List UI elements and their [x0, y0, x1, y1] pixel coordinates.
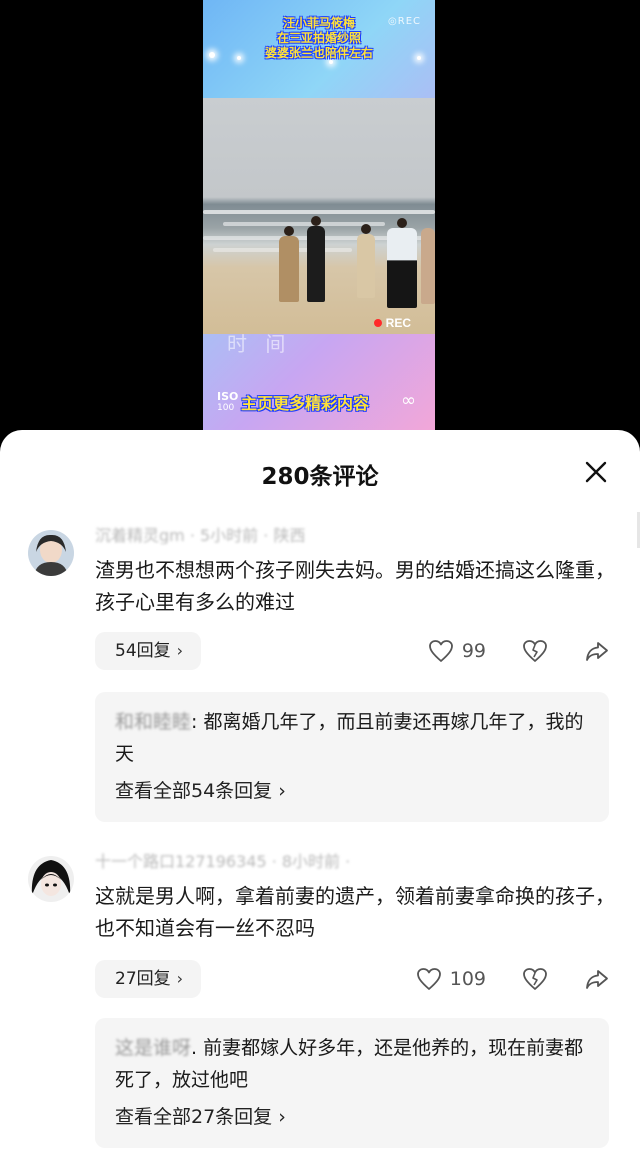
iso-label: ISO	[217, 390, 239, 403]
view-all-replies-link[interactable]: 查看全部27条回复 ›	[115, 1102, 589, 1132]
infinity-icon: ∞	[401, 390, 416, 411]
beach-scene-image: REC	[203, 98, 435, 334]
record-dot-icon	[373, 319, 382, 327]
close-icon[interactable]	[584, 460, 608, 484]
reply-count-button[interactable]: 54回复 ›	[95, 632, 202, 670]
chevron-right-icon: ›	[176, 969, 184, 988]
reply-count-label: 27回复	[115, 969, 171, 989]
rec-indicator-bottom: REC	[373, 316, 411, 330]
heart-icon	[416, 968, 441, 990]
rec-label: REC	[385, 316, 411, 330]
overlay-time-text: 时 间	[227, 332, 292, 356]
top-reply-box[interactable]: 这是谁呀. 前妻都嫁人好多年，还是他养的，现在前妻都死了，放过他吧 查看全部27…	[95, 1018, 609, 1148]
iso-value: 100	[217, 403, 235, 413]
person-head	[397, 218, 407, 228]
reply-count-button[interactable]: 27回复 ›	[95, 960, 202, 998]
video-player[interactable]: 汪小菲马筱梅 在三亚拍婚纱照 婆婆张兰也陪伴左右 ◎REC REC 时 间 IS…	[203, 0, 435, 432]
comment-username[interactable]: 沉着精灵gm · 5小时前 · 陕西	[95, 522, 355, 544]
reply-username[interactable]: 和和睦睦	[115, 711, 191, 733]
comment-actions: 109	[416, 960, 610, 998]
broken-heart-icon[interactable]	[522, 966, 548, 992]
person-figure	[307, 226, 325, 302]
share-icon[interactable]	[584, 638, 610, 664]
like-button[interactable]: 99	[428, 639, 486, 663]
like-count: 109	[449, 968, 486, 990]
user-avatar-image	[28, 856, 74, 902]
top-reply-box[interactable]: 和和睦睦: 都离婚几年了，而且前妻还再嫁几年了，我的天 查看全部54条回复 ›	[95, 692, 609, 822]
share-icon[interactable]	[584, 966, 610, 992]
reply-username[interactable]: 这是谁呀	[115, 1037, 191, 1059]
person-head	[361, 224, 371, 234]
user-avatar-image	[28, 530, 74, 576]
more-content-banner[interactable]: 主页更多精彩内容	[241, 390, 369, 414]
view-all-replies-link[interactable]: 查看全部54条回复 ›	[115, 776, 589, 806]
comments-sheet: 280条评论 沉着精灵gm · 5小时前 · 陕西 渣男也不想想两个孩子刚失去妈…	[0, 430, 640, 1167]
like-count: 99	[461, 640, 486, 662]
person-figure	[279, 236, 299, 302]
comment-actions: 99	[428, 632, 610, 670]
comments-header: 280条评论	[0, 430, 640, 514]
person-head	[311, 216, 321, 226]
wave-line	[203, 210, 435, 214]
comment-text: 渣男也不想想两个孩子刚失去妈。男的结婚还搞这么隆重，孩子心里有多么的难过	[95, 558, 615, 614]
person-figure	[357, 234, 375, 298]
broken-heart-icon[interactable]	[522, 638, 548, 664]
top-reply: 和和睦睦: 都离婚几年了，而且前妻还再嫁几年了，我的天	[115, 706, 589, 770]
chevron-right-icon: ›	[278, 780, 286, 802]
rec-indicator-top: ◎REC	[388, 16, 421, 27]
chevron-right-icon: ›	[278, 1106, 286, 1128]
comment-username[interactable]: 十一个路口127196345 · 8小时前 · 广东	[95, 848, 355, 870]
caption-line: 在三亚拍婚纱照	[276, 31, 361, 45]
heart-icon	[428, 640, 453, 662]
person-figure	[387, 228, 417, 308]
like-button[interactable]: 109	[416, 967, 486, 991]
caption-line: 婆婆张兰也陪伴左右	[264, 46, 373, 60]
top-reply: 这是谁呀. 前妻都嫁人好多年，还是他养的，现在前妻都死了，放过他吧	[115, 1032, 589, 1096]
chevron-right-icon: ›	[176, 641, 184, 660]
avatar[interactable]	[28, 530, 74, 576]
view-all-label: 查看全部27条回复	[115, 1106, 273, 1128]
avatar[interactable]	[28, 856, 74, 902]
comments-count-title: 280条评论	[261, 464, 379, 490]
person-figure	[421, 228, 435, 304]
person-head	[284, 226, 294, 236]
iso-readout: ISO 100	[217, 390, 239, 413]
comment-text: 这就是男人啊，拿着前妻的遗产，领着前妻拿命换的孩子，也不知道会有一丝不忍吗	[95, 884, 615, 940]
view-all-label: 查看全部54条回复	[115, 780, 273, 802]
reply-count-label: 54回复	[115, 641, 171, 661]
